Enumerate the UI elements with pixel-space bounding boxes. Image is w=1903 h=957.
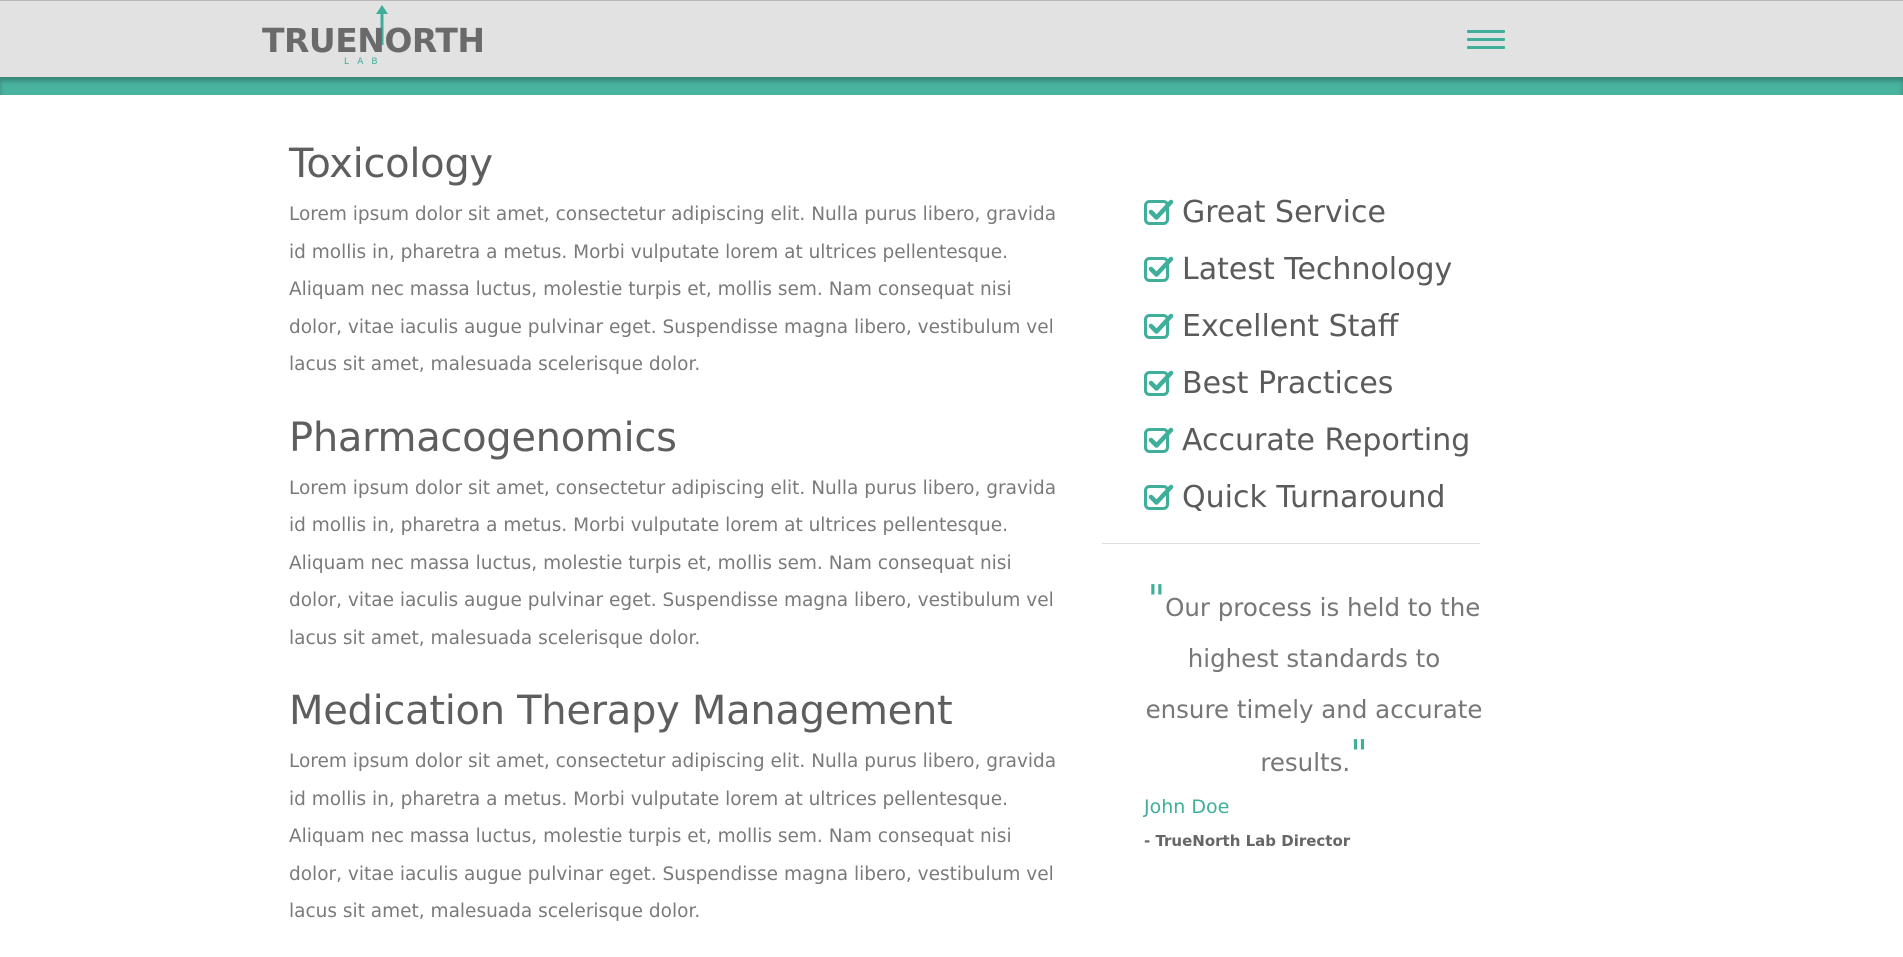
check-square-icon (1144, 427, 1174, 453)
service-section-toxicology: Toxicology Lorem ipsum dolor sit amet, c… (289, 136, 1069, 384)
truenorth-logo[interactable]: TRUENORTH LAB (262, 5, 485, 69)
check-square-icon (1144, 370, 1174, 396)
feature-label: Latest Technology (1182, 252, 1453, 287)
feature-label: Accurate Reporting (1182, 423, 1471, 458)
check-square-icon (1144, 199, 1174, 225)
feature-item: Best Practices (1144, 355, 1480, 412)
feature-item: Accurate Reporting (1144, 412, 1480, 469)
sidebar-divider (1102, 543, 1480, 544)
feature-label: Excellent Staff (1182, 309, 1399, 344)
feature-label: Great Service (1182, 195, 1386, 230)
sidebar: Great Service Latest Technology Excellen… (1102, 184, 1482, 850)
close-quote-icon: " (1350, 732, 1368, 776)
section-body: Lorem ipsum dolor sit amet, consectetur … (289, 751, 1057, 922)
check-square-icon (1144, 256, 1174, 282)
section-body: Lorem ipsum dolor sit amet, consectetur … (289, 477, 1057, 649)
testimonial-text: Our process is held to the highest stand… (1145, 593, 1483, 777)
section-body: Lorem ipsum dolor sit amet, consectetur … (289, 204, 1057, 375)
open-quote-icon: " (1147, 577, 1166, 621)
header-accent-bar (0, 77, 1903, 95)
hamburger-menu-icon[interactable] (1467, 30, 1505, 52)
section-title: Pharmacogenomics (289, 414, 677, 461)
services-content: Toxicology Lorem ipsum dolor sit amet, c… (289, 136, 1069, 957)
site-header: TRUENORTH LAB (0, 0, 1903, 78)
feature-label: Quick Turnaround (1182, 480, 1446, 515)
logo-text: TRUENORTH (262, 21, 485, 60)
testimonial-role: - TrueNorth Lab Director (1144, 832, 1351, 850)
testimonial-author: John Doe (1144, 796, 1230, 818)
feature-list: Great Service Latest Technology Excellen… (1144, 184, 1480, 526)
section-title: Toxicology (289, 141, 493, 187)
feature-item: Latest Technology (1144, 241, 1480, 298)
section-title: Medication Therapy Management (289, 688, 953, 734)
feature-label: Best Practices (1182, 366, 1394, 401)
feature-item: Quick Turnaround (1144, 469, 1480, 526)
check-square-icon (1144, 313, 1174, 339)
service-section-pharmacogenomics: Pharmacogenomics Lorem ipsum dolor sit a… (289, 410, 1069, 658)
logo-subtext: LAB (344, 57, 386, 67)
service-section-medication-therapy: Medication Therapy Management Lorem ipsu… (289, 683, 1069, 931)
feature-item: Great Service (1144, 184, 1480, 241)
check-square-icon (1144, 484, 1174, 510)
testimonial-quote: "Our process is held to the highest stan… (1144, 580, 1484, 788)
feature-item: Excellent Staff (1144, 298, 1480, 355)
